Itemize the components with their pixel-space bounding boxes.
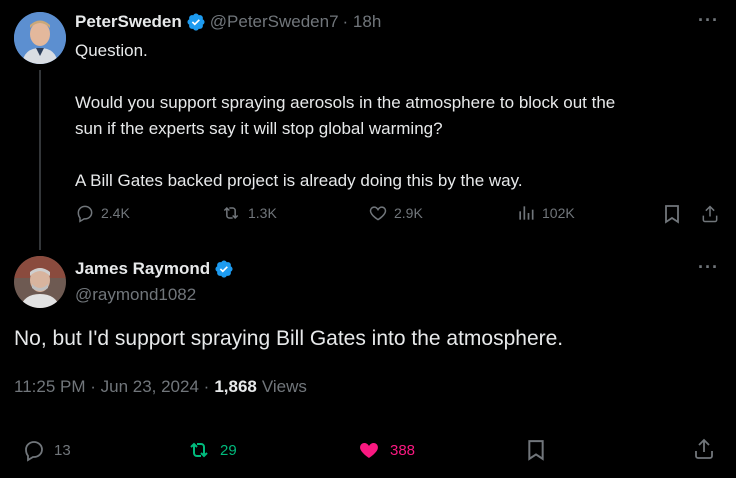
repost-count: 1.3K	[248, 205, 277, 221]
share-button[interactable]	[700, 204, 720, 229]
reply-repost-button[interactable]: 29	[186, 438, 237, 462]
share-icon	[695, 438, 713, 459]
reply-views-count: 1,868	[214, 377, 257, 396]
timestamp[interactable]: · 18h	[343, 12, 382, 32]
like-count: 2.9K	[394, 205, 423, 221]
reply-like-count: 388	[390, 441, 416, 459]
reply-reply-button[interactable]: 13	[22, 438, 71, 462]
share-icon	[702, 205, 718, 223]
reply-button[interactable]: 2.4K	[75, 203, 130, 223]
heart-icon	[369, 206, 387, 221]
views-count: 102K	[542, 205, 575, 221]
author-name[interactable]: PeterSweden	[75, 12, 182, 32]
reply-reply-count: 13	[54, 441, 71, 459]
verified-badge-icon	[215, 260, 233, 278]
reply-more-options-icon[interactable]: ···	[698, 257, 719, 278]
reply-bookmark-button[interactable]	[526, 438, 546, 467]
views-chart-icon	[519, 206, 534, 220]
reply-like-button[interactable]: 388	[356, 438, 415, 462]
repost-icon	[190, 442, 208, 458]
heart-filled-icon	[360, 443, 378, 458]
thread-line	[39, 70, 41, 250]
repost-button[interactable]: 1.3K	[220, 203, 277, 223]
reply-share-button[interactable]	[692, 437, 716, 466]
reply-views-label: Views	[261, 377, 307, 396]
tweet-text: Question. Would you support spraying aer…	[75, 41, 616, 190]
views-button[interactable]: 102K	[516, 203, 575, 223]
bookmark-icon	[665, 205, 679, 224]
reply-count: 2.4K	[101, 205, 130, 221]
bookmark-button[interactable]	[663, 204, 681, 229]
reply-icon	[25, 441, 43, 462]
like-button[interactable]: 2.9K	[368, 203, 423, 223]
reply-meta: 11:25 PM · Jun 23, 2024 · 1,868 Views	[14, 377, 307, 397]
reply-text: No, but I'd support spraying Bill Gates …	[14, 327, 564, 350]
reply-author-handle[interactable]: @raymond1082	[75, 285, 196, 305]
author-avatar[interactable]	[14, 12, 66, 64]
verified-badge-icon	[187, 13, 205, 31]
more-options-icon[interactable]: ···	[698, 10, 719, 31]
reply-timestamp[interactable]: 11:25 PM · Jun 23, 2024 ·	[14, 377, 209, 397]
repost-icon	[223, 206, 239, 220]
reply-icon	[77, 205, 93, 223]
bookmark-icon	[528, 440, 544, 461]
author-handle[interactable]: @PeterSweden7	[210, 12, 339, 32]
reply-author-avatar[interactable]	[14, 256, 66, 308]
reply-repost-count: 29	[220, 441, 237, 459]
reply-author-name[interactable]: James Raymond	[75, 259, 210, 279]
